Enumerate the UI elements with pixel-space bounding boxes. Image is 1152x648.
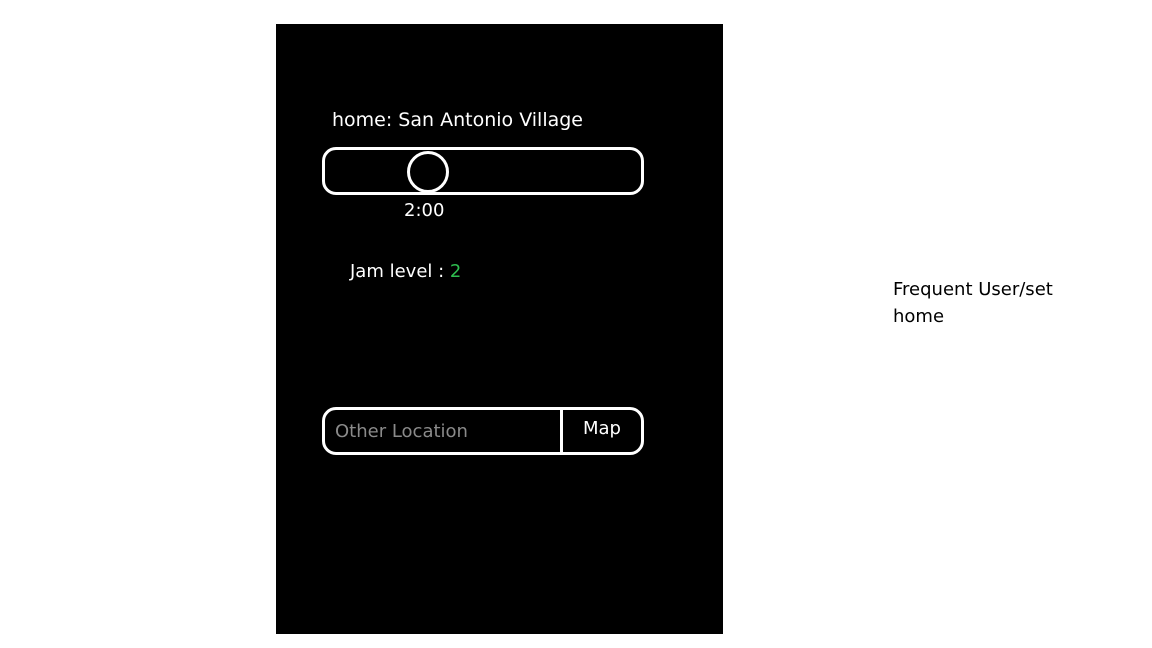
time-slider-knob[interactable] bbox=[407, 151, 450, 193]
jam-level-value: 2 bbox=[449, 261, 462, 282]
time-label: 2:00 bbox=[404, 200, 445, 221]
other-location-input[interactable] bbox=[325, 410, 560, 452]
map-button[interactable]: Map bbox=[563, 410, 641, 452]
canvas: home: San Antonio Village 2:00 Jam level… bbox=[0, 0, 1152, 648]
phone-screen: home: San Antonio Village 2:00 Jam level… bbox=[276, 24, 723, 634]
location-bar: Map bbox=[322, 407, 644, 455]
home-label: home: San Antonio Village bbox=[332, 109, 583, 131]
time-slider[interactable] bbox=[322, 147, 644, 195]
jam-level-label: Jam level : bbox=[350, 261, 450, 282]
jam-level: Jam level : 2 bbox=[350, 261, 461, 282]
annotation-note: Frequent User/set home bbox=[893, 279, 1053, 327]
